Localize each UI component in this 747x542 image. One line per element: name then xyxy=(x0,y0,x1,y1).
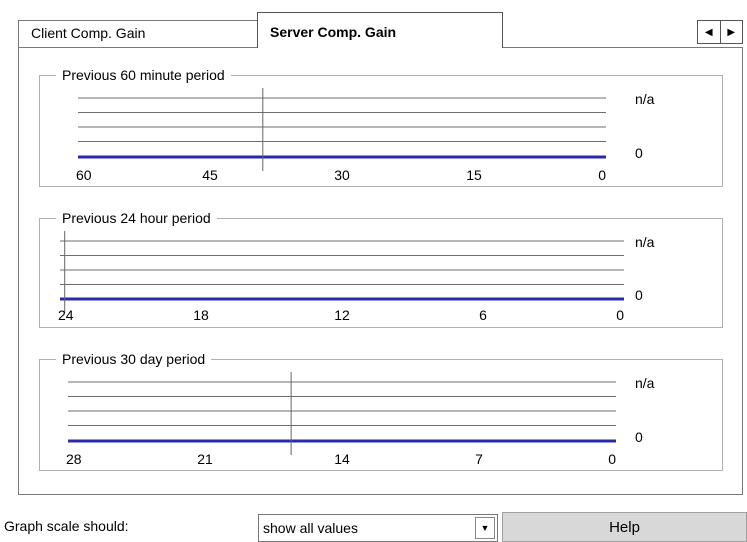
help-button[interactable]: Help xyxy=(502,512,747,542)
tab-label: Server Comp. Gain xyxy=(270,24,397,40)
help-button-label: Help xyxy=(609,518,640,536)
x-tick-label: 18 xyxy=(193,307,209,323)
x-tick-label: 12 xyxy=(334,307,350,323)
y-bottom-label: 0 xyxy=(635,287,643,303)
x-tick-label: 14 xyxy=(334,451,350,467)
x-tick-label: 0 xyxy=(608,451,616,467)
triangle-left-icon[interactable]: ◀ xyxy=(698,21,720,43)
x-tick-label: 7 xyxy=(475,451,483,467)
x-tick-label: 30 xyxy=(334,167,350,183)
y-top-label: n/a xyxy=(635,234,655,250)
graph-30-day: 28 21 14 7 0 n/a 0 xyxy=(66,372,655,467)
graph-24-hour: 24 18 12 6 0 n/a 0 xyxy=(58,231,655,323)
y-top-label: n/a xyxy=(635,91,655,107)
x-tick-label: 24 xyxy=(58,307,74,323)
tab-label: Client Comp. Gain xyxy=(31,25,146,41)
tab-bar: Client Comp. Gain Server Comp. Gain ◀ ▶ xyxy=(0,0,747,50)
x-tick-label: 60 xyxy=(76,167,92,183)
x-tick-label: 45 xyxy=(202,167,218,183)
graph-scale-label: Graph scale should: xyxy=(4,518,129,534)
x-tick-label: 6 xyxy=(479,307,487,323)
chevron-down-icon[interactable]: ▼ xyxy=(475,517,495,539)
tab-server-comp-gain[interactable]: Server Comp. Gain xyxy=(257,12,503,50)
x-tick-label: 28 xyxy=(66,451,82,467)
graph-scale-select[interactable]: show all values ▼ xyxy=(258,514,498,542)
bottom-bar: Graph scale should: show all values ▼ He… xyxy=(0,508,747,542)
graph-60-minute: 60 45 30 15 0 n/a 0 xyxy=(76,88,655,183)
tab-scroll-buttons: ◀ ▶ xyxy=(697,20,743,44)
x-tick-label: 0 xyxy=(598,167,606,183)
graph-group-30-day: Previous 30 day period 28 21 14 7 0 n/a 0 xyxy=(39,350,723,471)
graph-group-60-minute: Previous 60 minute period 60 45 30 15 0 n/a 0 xyxy=(39,66,723,187)
y-top-label: n/a xyxy=(635,375,655,391)
triangle-right-icon[interactable]: ▶ xyxy=(719,21,743,43)
y-bottom-label: 0 xyxy=(635,429,643,445)
y-bottom-label: 0 xyxy=(635,145,643,161)
graph-scale-value: show all values xyxy=(263,520,358,536)
tab-client-comp-gain[interactable]: Client Comp. Gain xyxy=(18,20,258,47)
x-tick-label: 21 xyxy=(197,451,213,467)
tab-panel: Previous 60 minute period 60 45 30 15 0 n/a 0 … xyxy=(18,47,743,495)
x-tick-label: 15 xyxy=(466,167,482,183)
x-tick-label: 0 xyxy=(616,307,624,323)
graph-group-24-hour: Previous 24 hour period 24 18 12 6 0 n/a 0 xyxy=(39,209,723,328)
